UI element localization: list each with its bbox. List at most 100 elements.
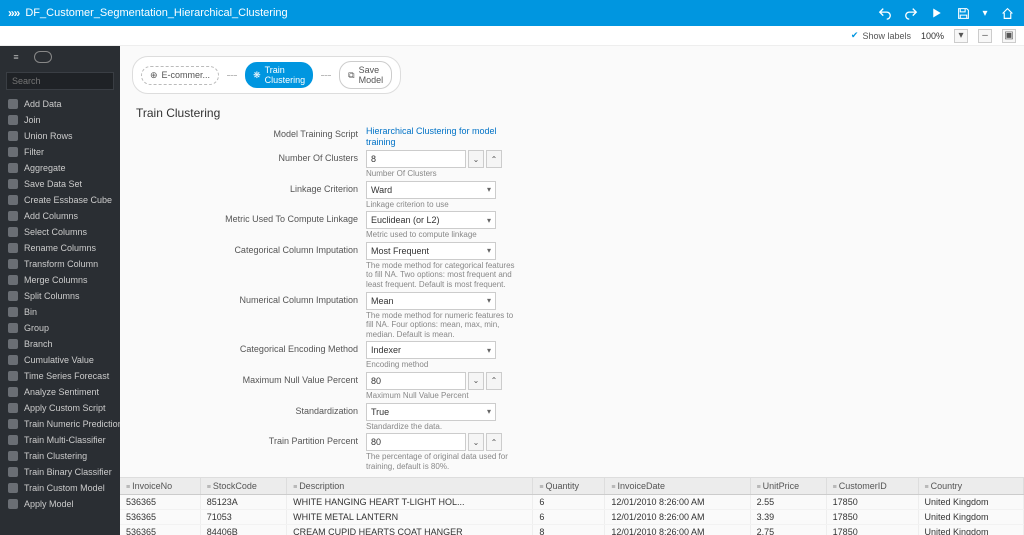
helper-standardization: Standardize the data. [366, 422, 516, 432]
flow-node-train-clustering[interactable]: ❋ TrainClustering [245, 62, 313, 88]
column-header[interactable]: ≡InvoiceDate [605, 478, 750, 495]
stepper-up-icon[interactable]: ⌃ [486, 150, 502, 168]
zoom-dropdown-icon[interactable]: ▾ [954, 29, 968, 43]
table-cell: 12/01/2010 8:26:00 AM [605, 510, 750, 525]
flow-node-save-model[interactable]: ⧉ SaveModel [339, 61, 392, 89]
sidebar-item-label: Union Rows [24, 131, 73, 141]
column-header[interactable]: ≡CustomerID [826, 478, 918, 495]
helper-num-clusters: Number Of Clusters [366, 169, 516, 179]
sidebar-item[interactable]: Train Multi-Classifier [0, 432, 120, 448]
label-standardization: Standardization [196, 403, 366, 416]
sidebar-item[interactable]: Time Series Forecast [0, 368, 120, 384]
undo-icon[interactable] [876, 4, 894, 22]
sidebar-item-icon [8, 371, 18, 381]
stepper-down-icon[interactable]: ⌄ [468, 433, 484, 451]
metric-select[interactable]: Euclidean (or L2)▾ [366, 211, 496, 229]
sidebar-item-icon [8, 291, 18, 301]
table-cell: 17850 [826, 510, 918, 525]
stepper-down-icon[interactable]: ⌄ [468, 150, 484, 168]
sidebar-item[interactable]: Analyze Sentiment [0, 384, 120, 400]
sidebar-item[interactable]: Split Columns [0, 288, 120, 304]
column-header[interactable]: ≡Description [287, 478, 533, 495]
sidebar-item[interactable]: Aggregate [0, 160, 120, 176]
linkage-select[interactable]: Ward▾ [366, 181, 496, 199]
sidebar-item[interactable]: Rename Columns [0, 240, 120, 256]
sidebar-item-icon [8, 451, 18, 461]
sidebar-item[interactable]: Add Data [0, 96, 120, 112]
sidebar-item[interactable]: Join [0, 112, 120, 128]
show-labels-toggle[interactable]: ✔ Show labels [851, 30, 911, 41]
sidebar-item[interactable]: Train Binary Classifier [0, 464, 120, 480]
sidebar-item[interactable]: Merge Columns [0, 272, 120, 288]
search-input[interactable] [6, 72, 114, 90]
helper-num-imputation: The mode method for numeric features to … [366, 311, 516, 340]
table-cell: United Kingdom [918, 495, 1024, 510]
sidebar-item-label: Train Clustering [24, 451, 87, 461]
sidebar-item[interactable]: Group [0, 320, 120, 336]
run-icon[interactable] [928, 4, 946, 22]
max-null-input[interactable]: 80 [366, 372, 466, 390]
table-row[interactable]: 53636585123AWHITE HANGING HEART T-LIGHT … [120, 495, 1024, 510]
subbar: ✔ Show labels 100% ▾ – ▣ [0, 26, 1024, 46]
sidebar-item[interactable]: Bin [0, 304, 120, 320]
table-row[interactable]: 53636571053WHITE METAL LANTERN612/01/201… [120, 510, 1024, 525]
sidebar-item[interactable]: Transform Column [0, 256, 120, 272]
sidebar-item-icon [8, 275, 18, 285]
table-cell: 536365 [120, 510, 200, 525]
column-header[interactable]: ≡Country [918, 478, 1024, 495]
sidebar-item[interactable]: Apply Custom Script [0, 400, 120, 416]
table-cell: 536365 [120, 525, 200, 535]
home-icon[interactable] [998, 4, 1016, 22]
model-script-link[interactable]: Hierarchical Clustering for model traini… [366, 126, 497, 147]
sidebar-item-icon [8, 403, 18, 413]
encoding-select[interactable]: Indexer▾ [366, 341, 496, 359]
sidebar-item[interactable]: Save Data Set [0, 176, 120, 192]
table-cell: 71053 [200, 510, 286, 525]
chevron-down-icon[interactable]: ▾ [980, 4, 990, 22]
column-header[interactable]: ≡UnitPrice [750, 478, 826, 495]
sidebar-item[interactable]: Select Columns [0, 224, 120, 240]
save-model-icon: ⧉ [348, 70, 354, 81]
sidebar-item-label: Transform Column [24, 259, 98, 269]
table-row[interactable]: 53636584406BCREAM CUPID HEARTS COAT HANG… [120, 525, 1024, 535]
sidebar-item-icon [8, 195, 18, 205]
column-header[interactable]: ≡StockCode [200, 478, 286, 495]
cat-imputation-select[interactable]: Most Frequent▾ [366, 242, 496, 260]
standardization-select[interactable]: True▾ [366, 403, 496, 421]
sidebar-item[interactable]: Train Clustering [0, 448, 120, 464]
loop-icon[interactable] [34, 51, 52, 63]
column-header[interactable]: ≡Quantity [533, 478, 605, 495]
table-cell: 17850 [826, 495, 918, 510]
sidebar-item[interactable]: Union Rows [0, 128, 120, 144]
list-icon[interactable]: ≡ [8, 49, 24, 65]
sidebar-item-label: Branch [24, 339, 53, 349]
column-header[interactable]: ≡InvoiceNo [120, 478, 200, 495]
sidebar-item-label: Filter [24, 147, 44, 157]
num-imputation-select[interactable]: Mean▾ [366, 292, 496, 310]
sidebar-item-label: Apply Custom Script [24, 403, 106, 413]
sidebar-item[interactable]: Train Numeric Prediction [0, 416, 120, 432]
sidebar-item[interactable]: Create Essbase Cube [0, 192, 120, 208]
stepper-up-icon[interactable]: ⌃ [486, 433, 502, 451]
redo-icon[interactable] [902, 4, 920, 22]
sidebar-item[interactable]: Add Columns [0, 208, 120, 224]
zoom-fit-button[interactable]: ▣ [1002, 29, 1016, 43]
sort-icon: ≡ [757, 484, 761, 491]
helper-encoding: Encoding method [366, 360, 516, 370]
sidebar-item[interactable]: Filter [0, 144, 120, 160]
sidebar-item[interactable]: Cumulative Value [0, 352, 120, 368]
zoom-out-button[interactable]: – [978, 29, 992, 43]
cluster-icon: ❋ [253, 70, 261, 81]
sidebar-item[interactable]: Apply Model [0, 496, 120, 512]
save-icon[interactable] [954, 4, 972, 22]
num-clusters-input[interactable]: 8 [366, 150, 466, 168]
partition-input[interactable]: 80 [366, 433, 466, 451]
table-cell: 8 [533, 525, 605, 535]
stepper-up-icon[interactable]: ⌃ [486, 372, 502, 390]
flow-node-source[interactable]: ⊕ E-commer... [141, 66, 219, 85]
stepper-down-icon[interactable]: ⌄ [468, 372, 484, 390]
sidebar-item-icon [8, 339, 18, 349]
zoom-level[interactable]: 100% [921, 31, 944, 41]
sidebar-item[interactable]: Train Custom Model [0, 480, 120, 496]
sidebar-item[interactable]: Branch [0, 336, 120, 352]
